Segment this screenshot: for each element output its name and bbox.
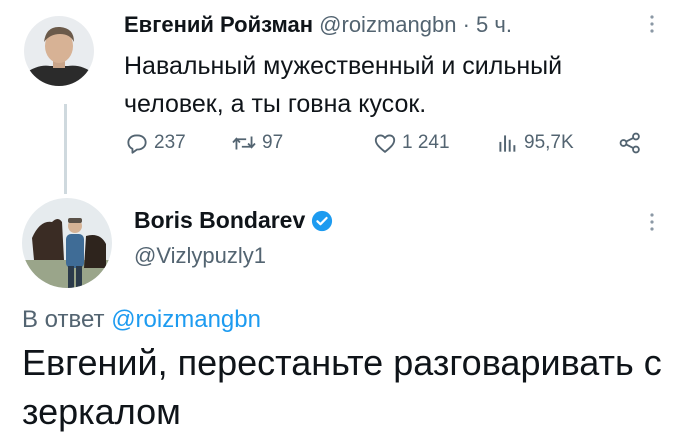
avatar-roizman[interactable] [24,16,94,86]
retweet-icon [232,136,256,150]
more-icon [650,213,654,231]
tweet2-author-name[interactable]: Boris Bondarev [134,207,305,234]
retweet-button[interactable]: 97 [230,130,283,156]
tweet2-author-row: Boris Bondarev [134,207,333,234]
avatar-bondarev[interactable] [22,198,112,288]
share-icon [619,132,640,154]
verified-badge-icon [312,210,333,231]
tweet1-dot-separator: · [462,12,470,37]
views-count: 95,7K [524,132,574,153]
reply-to-prefix: В ответ [22,306,105,333]
tweet1-more-button[interactable] [640,12,664,36]
tweet1-action-bar: 237 97 1 241 95,7K [124,130,654,160]
views-button[interactable]: 95,7K [494,130,574,156]
reply-to-mention[interactable]: @roizmangbn [111,306,261,333]
tweet2-text: Евгений, перестаньте разговаривать с зер… [22,342,662,432]
like-button[interactable]: 1 241 [372,130,450,156]
reply-icon [127,134,147,154]
reply-to-line: В ответ @roizmangbn [22,306,261,334]
tweet1-header: Евгений Ройзман @roizmangbn · 5 ч. [124,12,512,38]
share-button[interactable] [616,130,644,156]
like-icon [374,134,396,153]
tweet2-more-button[interactable] [640,210,664,234]
thread-line [64,104,67,194]
more-icon [650,15,654,33]
reply-count: 237 [154,132,186,153]
tweet1-handle[interactable]: @roizmangbn [319,12,456,37]
reply-button[interactable]: 237 [124,130,186,156]
tweet1-text: Навальный мужественный и сильный человек… [124,52,563,118]
retweet-count: 97 [262,132,284,153]
tweet1-time[interactable]: 5 ч. [476,12,512,37]
tweet1-author-name[interactable]: Евгений Ройзман [124,12,313,37]
tweet2-handle[interactable]: @Vizlypuzly1 [134,243,266,269]
views-icon [499,135,516,152]
like-count: 1 241 [402,132,450,153]
